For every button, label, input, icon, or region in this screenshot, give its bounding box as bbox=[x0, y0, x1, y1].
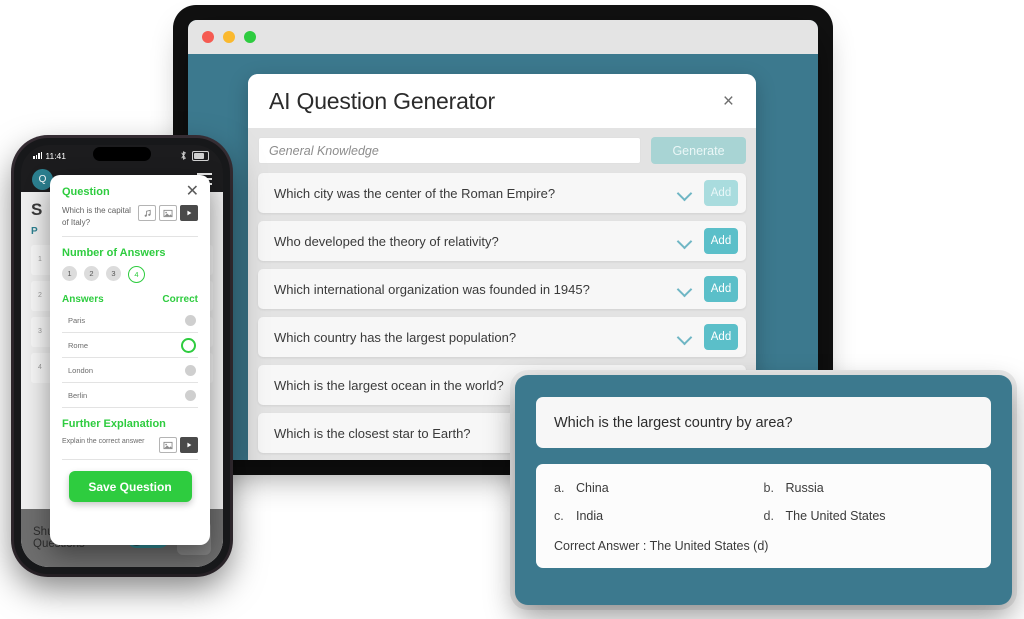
chevron-down-icon[interactable] bbox=[676, 328, 694, 346]
further-explanation-heading: Further Explanation bbox=[62, 418, 166, 431]
phone-screen: 11:41 Q S P 1234 Shuffle Question bbox=[21, 145, 223, 567]
correct-answer-radio[interactable] bbox=[185, 314, 196, 326]
answer-row[interactable]: Berlin bbox=[62, 383, 198, 409]
question-editor-modal: ✕ Question Which is the capital of Italy… bbox=[50, 175, 210, 545]
answer-row[interactable]: Rome bbox=[62, 333, 198, 359]
phone-mockup: 11:41 Q S P 1234 Shuffle Question bbox=[14, 138, 230, 574]
question-row[interactable]: Who developed the theory of relativity? A… bbox=[258, 221, 746, 261]
correct-heading: Correct bbox=[162, 294, 198, 306]
add-question-button[interactable]: Add bbox=[704, 228, 738, 254]
close-icon[interactable]: ✕ bbox=[186, 184, 199, 200]
signal-icon bbox=[33, 152, 43, 159]
answer-row[interactable]: Paris bbox=[62, 308, 198, 334]
correct-answer-radio[interactable] bbox=[181, 337, 196, 353]
generator-header: AI Question Generator × bbox=[248, 74, 756, 128]
answers-table-header: Answers Correct bbox=[62, 294, 198, 305]
preview-option: b. Russia bbox=[764, 481, 974, 495]
answer-label: London bbox=[68, 365, 94, 375]
correct-answer-radio[interactable] bbox=[185, 389, 196, 401]
preview-option-key: c. bbox=[554, 509, 564, 523]
chevron-down-icon[interactable] bbox=[676, 184, 694, 202]
question-row[interactable]: Which international organization was fou… bbox=[258, 269, 746, 309]
image-icon[interactable] bbox=[159, 437, 177, 454]
bg-item-index: 1 bbox=[38, 255, 42, 263]
video-icon[interactable] bbox=[180, 205, 198, 221]
answer-preview-card: Which is the largest country by area? a.… bbox=[515, 375, 1012, 605]
correct-answer-radio[interactable] bbox=[185, 364, 196, 376]
preview-option: a. China bbox=[554, 481, 764, 495]
question-text[interactable]: Which is the capital of Italy? bbox=[62, 205, 132, 228]
question-row-text: Who developed the theory of relativity? bbox=[274, 233, 499, 249]
close-icon[interactable]: × bbox=[723, 92, 734, 111]
answer-count-chips: 1234 bbox=[62, 266, 198, 284]
topic-input-placeholder: General Knowledge bbox=[269, 143, 379, 158]
answer-row-list: Paris Rome London Berlin bbox=[62, 308, 198, 409]
preview-option-key: a. bbox=[554, 481, 565, 495]
answer-count-chip-2[interactable]: 2 bbox=[84, 266, 99, 282]
add-question-button[interactable]: Add bbox=[704, 276, 738, 302]
phone-notch bbox=[93, 147, 151, 161]
answer-count-chip-3[interactable]: 3 bbox=[106, 266, 121, 282]
answer-label: Berlin bbox=[68, 390, 88, 400]
answer-count-chip-4[interactable]: 4 bbox=[128, 266, 145, 284]
question-row[interactable]: Which city was the center of the Roman E… bbox=[258, 173, 746, 213]
question-row-text: Which city was the center of the Roman E… bbox=[274, 185, 556, 201]
preview-option: d. The United States bbox=[764, 509, 974, 523]
preview-option-key: d. bbox=[763, 509, 774, 523]
bluetooth-icon bbox=[181, 151, 186, 160]
explanation-media-buttons bbox=[159, 437, 198, 454]
preview-option-grid: a. China b. Russia c. India d. The United State… bbox=[554, 481, 973, 523]
window-minimize-button[interactable] bbox=[223, 31, 235, 43]
bg-item-index: 3 bbox=[38, 327, 42, 335]
explanation-text[interactable]: Explain the correct answer bbox=[62, 437, 153, 447]
question-heading: Question bbox=[62, 186, 110, 198]
bg-item-index: 4 bbox=[38, 363, 42, 371]
preview-option-text: China bbox=[576, 481, 609, 495]
answer-row[interactable]: London bbox=[62, 358, 198, 384]
number-of-answers-heading: Number of Answers bbox=[62, 247, 166, 260]
answer-label: Paris bbox=[68, 315, 86, 325]
preview-option-text: The United States bbox=[785, 509, 886, 523]
status-right bbox=[179, 150, 209, 161]
answers-heading: Answers bbox=[62, 294, 104, 306]
music-icon[interactable] bbox=[138, 205, 156, 221]
question-input-row: Which is the capital of Italy? bbox=[62, 205, 198, 238]
add-question-button[interactable]: Add bbox=[704, 180, 738, 206]
preview-correct-answer: Correct Answer : The United States (d) bbox=[554, 539, 769, 553]
video-icon[interactable] bbox=[180, 437, 198, 454]
image-icon[interactable] bbox=[159, 205, 177, 221]
answer-label: Rome bbox=[68, 340, 89, 350]
chevron-down-icon[interactable] bbox=[676, 232, 694, 250]
topic-row: General Knowledge Generate bbox=[258, 137, 746, 164]
window-close-button[interactable] bbox=[202, 31, 214, 43]
status-left: 11:41 bbox=[33, 151, 66, 161]
question-row[interactable]: Which country has the largest population… bbox=[258, 317, 746, 357]
preview-option-text: Russia bbox=[785, 481, 824, 495]
explanation-row: Explain the correct answer bbox=[62, 437, 198, 461]
topic-input[interactable]: General Knowledge bbox=[258, 137, 641, 164]
window-maximize-button[interactable] bbox=[244, 31, 256, 43]
preview-option: c. India bbox=[554, 509, 764, 523]
question-media-buttons bbox=[138, 205, 198, 221]
browser-titlebar bbox=[188, 20, 818, 54]
generate-button[interactable]: Generate bbox=[651, 137, 746, 164]
preview-body: a. China b. Russia c. India d. The United State… bbox=[536, 464, 991, 568]
question-row-text: Which country has the largest population… bbox=[274, 329, 517, 345]
add-question-button[interactable]: Add bbox=[704, 324, 738, 350]
status-time: 11:41 bbox=[45, 150, 67, 161]
preview-option-key: b. bbox=[763, 481, 774, 495]
save-question-button[interactable]: Save Question bbox=[68, 471, 192, 503]
preview-option-text: India bbox=[576, 509, 604, 523]
bg-item-index: 2 bbox=[38, 291, 42, 299]
answer-count-chip-1[interactable]: 1 bbox=[62, 266, 77, 282]
phone-status-bar: 11:41 bbox=[21, 145, 223, 164]
chevron-down-icon[interactable] bbox=[676, 280, 694, 298]
question-row-text: Which international organization was fou… bbox=[274, 281, 590, 297]
battery-icon bbox=[192, 150, 209, 161]
preview-question: Which is the largest country by area? bbox=[536, 397, 991, 448]
page-title: AI Question Generator bbox=[269, 87, 495, 114]
